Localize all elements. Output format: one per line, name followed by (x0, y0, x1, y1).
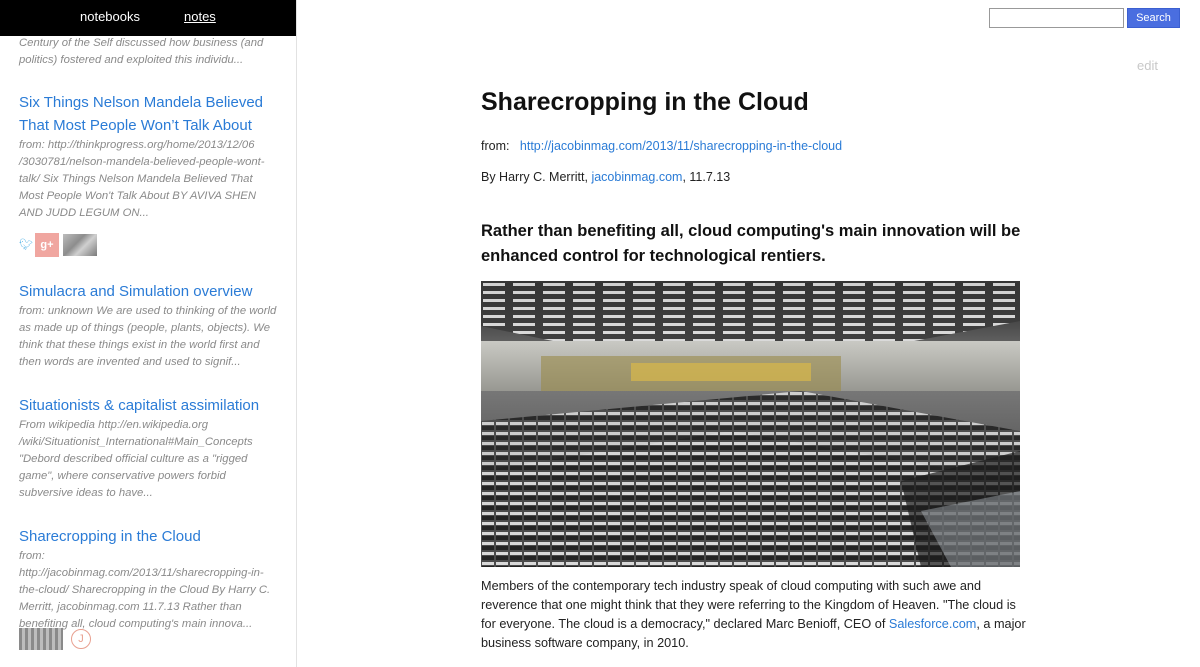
source-label: from: (481, 139, 510, 153)
edit-link[interactable]: edit (1137, 58, 1158, 73)
note-snippet: from: unknown We are used to thinking of… (19, 305, 277, 368)
search-input[interactable] (989, 8, 1124, 28)
data-center-photo (481, 281, 1020, 567)
note-snippet: Century of the Self discussed how busine… (19, 37, 264, 66)
google-plus-icon[interactable]: g+ (35, 233, 59, 257)
byline-link[interactable]: jacobinmag.com (591, 170, 682, 184)
image-thumbnail[interactable] (19, 628, 63, 650)
article-source: from: http://jacobinmag.com/2013/11/shar… (481, 139, 842, 153)
source-link[interactable]: http://jacobinmag.com/2013/11/sharecropp… (520, 139, 842, 153)
nav-notes[interactable]: notes (184, 9, 216, 24)
note-snippet: from: http://thinkprogress.org/home/2013… (19, 139, 265, 219)
note-title-simulacra[interactable]: Simulacra and Simulation overview (19, 280, 269, 303)
salesforce-link[interactable]: Salesforce.com (889, 617, 976, 631)
jacobin-icon[interactable]: J (71, 629, 91, 649)
byline-author: By Harry C. Merritt, (481, 170, 588, 184)
note-title-situationists[interactable]: Situationists & capitalist assimilation (19, 394, 269, 417)
byline-date: , 11.7.13 (682, 170, 731, 184)
article-lead: Rather than benefiting all, cloud comput… (481, 222, 1021, 265)
data-center-image (481, 281, 1020, 567)
note-attachments: 🐦︎ g+ (19, 233, 97, 257)
nav-notebooks[interactable]: notebooks (80, 9, 140, 24)
article-byline: By Harry C. Merritt, jacobinmag.com, 11.… (481, 170, 730, 184)
top-nav: notebooks notes (0, 0, 296, 36)
notes-sidebar: notebooks notes Century of the Self disc… (0, 0, 297, 667)
article-title: Sharecropping in the Cloud (481, 88, 809, 116)
note-snippet: from: http://jacobinmag.com/2013/11/shar… (19, 550, 271, 630)
article-body: Members of the contemporary tech industr… (481, 577, 1026, 653)
twitter-icon[interactable]: 🐦︎ (19, 240, 33, 251)
search-button[interactable]: Search (1127, 8, 1180, 28)
note-title-sharecropping[interactable]: Sharecropping in the Cloud (19, 525, 269, 548)
note-snippet: From wikipedia http://en.wikipedia.org /… (19, 419, 253, 499)
image-thumbnail[interactable] (63, 234, 97, 256)
note-attachments: J (19, 627, 91, 651)
note-title-mandela[interactable]: Six Things Nelson Mandela Believed That … (19, 91, 269, 137)
